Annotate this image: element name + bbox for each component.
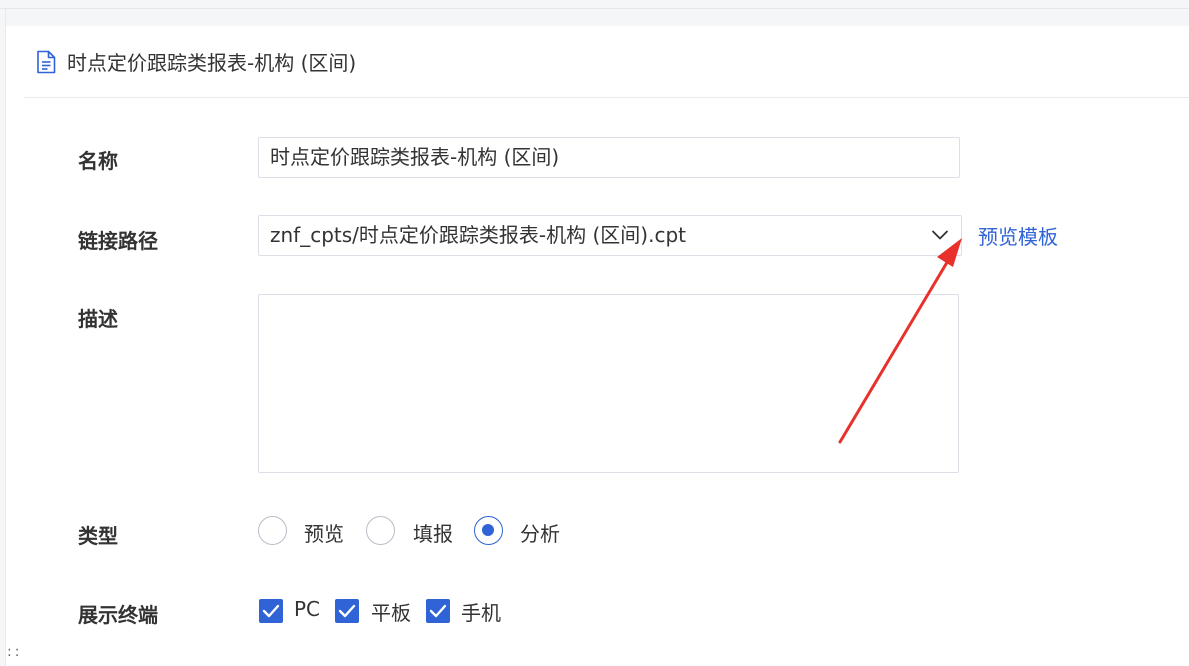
preview-template-link[interactable]: 预览模板 [978,221,1058,250]
top-strip [0,0,1189,9]
radio-fill[interactable] [366,516,395,545]
checkbox-mobile[interactable] [426,599,450,623]
link-path-value: znf_cpts/时点定价跟踪类报表-机构 (区间).cpt [270,223,686,247]
radio-fill-label: 填报 [413,522,453,546]
terminals-label: 展示终端 [78,603,158,627]
name-input[interactable]: 时点定价跟踪类报表-机构 (区间) [258,137,960,178]
radio-preview[interactable] [258,516,287,545]
check-icon [262,604,280,618]
checkbox-mobile-label: 手机 [461,601,501,625]
panel-header: 时点定价跟踪类报表-机构 (区间) [24,26,1189,98]
drag-handle-icon[interactable]: :: [7,644,22,660]
check-icon [338,604,356,618]
radio-preview-label: 预览 [304,522,344,546]
type-label: 类型 [78,524,118,548]
radio-analysis-label: 分析 [520,522,560,546]
radio-analysis[interactable] [474,516,503,545]
checkbox-pc[interactable] [259,599,283,623]
form-panel: 时点定价跟踪类报表-机构 (区间) 名称 时点定价跟踪类报表-机构 (区间) 链… [6,26,1189,666]
document-icon [37,50,56,74]
description-textarea[interactable] [258,294,959,473]
chevron-down-icon [932,230,948,240]
checkbox-pc-label: PC [294,597,321,621]
checkbox-tablet-label: 平板 [371,601,411,625]
name-label: 名称 [78,149,118,173]
link-path-select[interactable]: znf_cpts/时点定价跟踪类报表-机构 (区间).cpt [258,215,962,256]
checkbox-tablet[interactable] [335,599,359,623]
page-title: 时点定价跟踪类报表-机构 (区间) [67,51,357,75]
link-path-label: 链接路径 [78,229,158,253]
check-icon [429,604,447,618]
description-label: 描述 [78,307,118,331]
